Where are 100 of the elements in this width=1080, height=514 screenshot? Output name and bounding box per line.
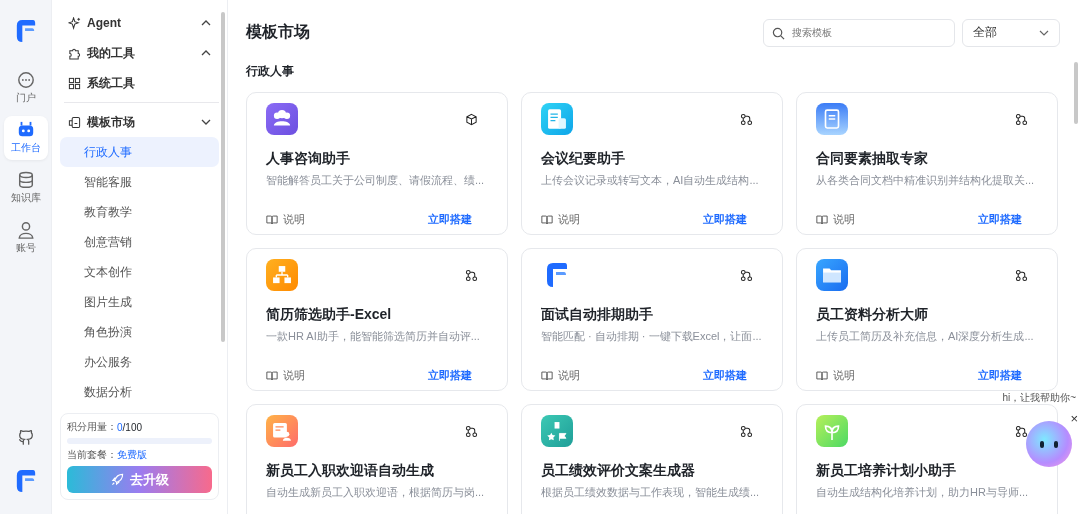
- doc-link[interactable]: 说明: [816, 212, 855, 227]
- section-heading: 行政人事: [246, 63, 295, 80]
- template-icon: [816, 415, 848, 447]
- template-icon: [541, 103, 573, 135]
- category-item[interactable]: 办公服务: [60, 347, 219, 377]
- template-card[interactable]: 合同要素抽取专家 从各类合同文档中精准识别并结构化提取关... 说明 立即搭建: [796, 92, 1058, 235]
- quota-label: 积分用量：: [67, 420, 117, 434]
- book-icon: [541, 370, 553, 381]
- category-item[interactable]: 教育教学: [60, 197, 219, 227]
- plan-link[interactable]: 免费版: [117, 448, 147, 462]
- book-icon: [541, 214, 553, 225]
- assistant-greeting: hi，让我帮助你~: [1002, 392, 1076, 403]
- doc-link[interactable]: 说明: [266, 212, 305, 227]
- build-link[interactable]: 立即搭建: [703, 368, 747, 383]
- book-icon: [266, 214, 278, 225]
- category-item[interactable]: 智能客服: [60, 167, 219, 197]
- assistant-avatar[interactable]: [1026, 421, 1072, 467]
- template-card[interactable]: 员工资料分析大师 上传员工简历及补充信息，AI深度分析生成... 说明 立即搭建: [796, 248, 1058, 391]
- card-description: 从各类合同文档中精准识别并结构化提取关...: [816, 173, 1036, 188]
- book-icon: [266, 370, 278, 381]
- search-field[interactable]: 搜索模板: [763, 18, 955, 47]
- card-description: 自动生成新员工入职欢迎语，根据简历与岗...: [266, 485, 486, 500]
- card-description: 自动生成结构化培养计划，助力HR与导师...: [816, 485, 1030, 500]
- card-title: 合同要素抽取专家: [816, 150, 929, 168]
- logo-icon: [14, 18, 37, 44]
- rocket-icon: [110, 473, 124, 486]
- template-card[interactable]: 简历筛选助手-Excel 一款HR AI助手，能智能筛选简历并自动评... 说明 立即搭建: [246, 248, 508, 391]
- card-title: 新员工入职欢迎语自动生成: [266, 462, 435, 480]
- template-card[interactable]: 会议纪要助手 上传会议记录或转写文本，AI自动生成结构... 说明 立即搭建: [521, 92, 783, 235]
- template-card[interactable]: 人事咨询助手 智能解答员工关于公司制度、请假流程、绩... 说明 立即搭建: [246, 92, 508, 235]
- card-title: 员工绩效评价文案生成器: [541, 462, 696, 480]
- template-card[interactable]: 面试自动排期助手 智能匹配 · 自动排期 · 一键下载Excel，让面... 说明 立即搭建: [521, 248, 783, 391]
- doc-link[interactable]: 说明: [816, 368, 855, 383]
- template-card[interactable]: 员工绩效评价文案生成器 根据员工绩效数据与工作表现，智能生成绩...: [521, 404, 783, 514]
- filter-dropdown[interactable]: 全部: [962, 18, 1060, 47]
- logo-icon: [14, 468, 37, 494]
- sidebar-group[interactable]: Agent: [60, 8, 219, 38]
- chevron-up-icon: [201, 50, 211, 56]
- cube-icon: [465, 113, 478, 126]
- close-button[interactable]: ×: [1070, 411, 1078, 426]
- category-item[interactable]: 数据分析: [60, 377, 219, 407]
- workflow-icon: [1015, 425, 1028, 438]
- card-description: 上传会议记录或转写文本，AI自动生成结构...: [541, 173, 760, 188]
- template-icon: [816, 259, 848, 291]
- category-item[interactable]: 图片生成: [60, 287, 219, 317]
- rail-tab[interactable]: 账号: [3, 216, 48, 260]
- card-title: 简历筛选助手-Excel: [266, 306, 393, 324]
- workflow-icon: [740, 113, 753, 126]
- workflow-icon: [740, 425, 753, 438]
- category-item[interactable]: 文本创作: [60, 257, 219, 287]
- template-icon: [266, 259, 298, 291]
- workflow-icon: [465, 425, 478, 438]
- chevron-up-icon: [201, 20, 211, 26]
- sidebar-group[interactable]: 系统工具: [60, 68, 219, 98]
- category-item[interactable]: 角色扮演: [60, 317, 219, 347]
- build-link[interactable]: 立即搭建: [978, 368, 1022, 383]
- card-description: 根据员工绩效数据与工作表现，智能生成绩...: [541, 485, 761, 500]
- sidebar-group[interactable]: 我的工具: [60, 38, 219, 68]
- card-description: 智能解答员工关于公司制度、请假流程、绩...: [266, 173, 486, 188]
- template-card[interactable]: 新员工入职欢迎语自动生成 自动生成新员工入职欢迎语，根据简历与岗...: [246, 404, 508, 514]
- doc-link[interactable]: 说明: [541, 368, 580, 383]
- rail-tab[interactable]: 门户: [3, 66, 48, 110]
- rail-tab[interactable]: 工作台: [3, 116, 48, 160]
- card-description: 上传员工简历及补充信息，AI深度分析生成...: [816, 329, 1035, 344]
- template-icon: [541, 415, 573, 447]
- rail-tab[interactable]: 知识库: [3, 166, 48, 210]
- workflow-icon: [465, 269, 478, 282]
- grid-icon: [68, 76, 81, 90]
- chevron-down-icon: [201, 119, 211, 125]
- card-title: 会议纪要助手: [541, 150, 626, 168]
- puzzle-icon: [68, 46, 81, 60]
- user-icon: [16, 221, 35, 239]
- sidebar-group[interactable]: 模板市场: [60, 107, 219, 137]
- doc-link[interactable]: 说明: [541, 212, 580, 227]
- sparkle-icon: [68, 16, 81, 30]
- build-link[interactable]: 立即搭建: [703, 212, 747, 227]
- template-icon: [266, 103, 298, 135]
- store-icon: [68, 115, 81, 129]
- category-item[interactable]: 创意营销: [60, 227, 219, 257]
- build-link[interactable]: 立即搭建: [428, 368, 472, 383]
- card-description: 智能匹配 · 自动排期 · 一键下载Excel，让面...: [541, 329, 763, 344]
- quota-value: 0/100: [117, 421, 143, 433]
- github-icon[interactable]: [16, 428, 35, 446]
- robot-icon: [16, 121, 35, 139]
- card-title: 新员工培养计划小助手: [816, 462, 957, 480]
- category-item[interactable]: 行政人事: [60, 137, 219, 167]
- template-icon: [266, 415, 298, 447]
- card-title: 人事咨询助手: [266, 150, 351, 168]
- workflow-icon: [1015, 113, 1028, 126]
- chevron-down-icon: [1039, 29, 1049, 36]
- build-link[interactable]: 立即搭建: [978, 212, 1022, 227]
- workflow-icon: [740, 269, 753, 282]
- book-icon: [816, 214, 828, 225]
- book-icon: [816, 370, 828, 381]
- card-description: 一款HR AI助手，能智能筛选简历并自动评...: [266, 329, 481, 344]
- page-title: 模板市场: [246, 22, 311, 42]
- card-title: 面试自动排期助手: [541, 306, 654, 324]
- plan-label: 当前套餐：: [67, 448, 117, 462]
- doc-link[interactable]: 说明: [266, 368, 305, 383]
- build-link[interactable]: 立即搭建: [428, 212, 472, 227]
